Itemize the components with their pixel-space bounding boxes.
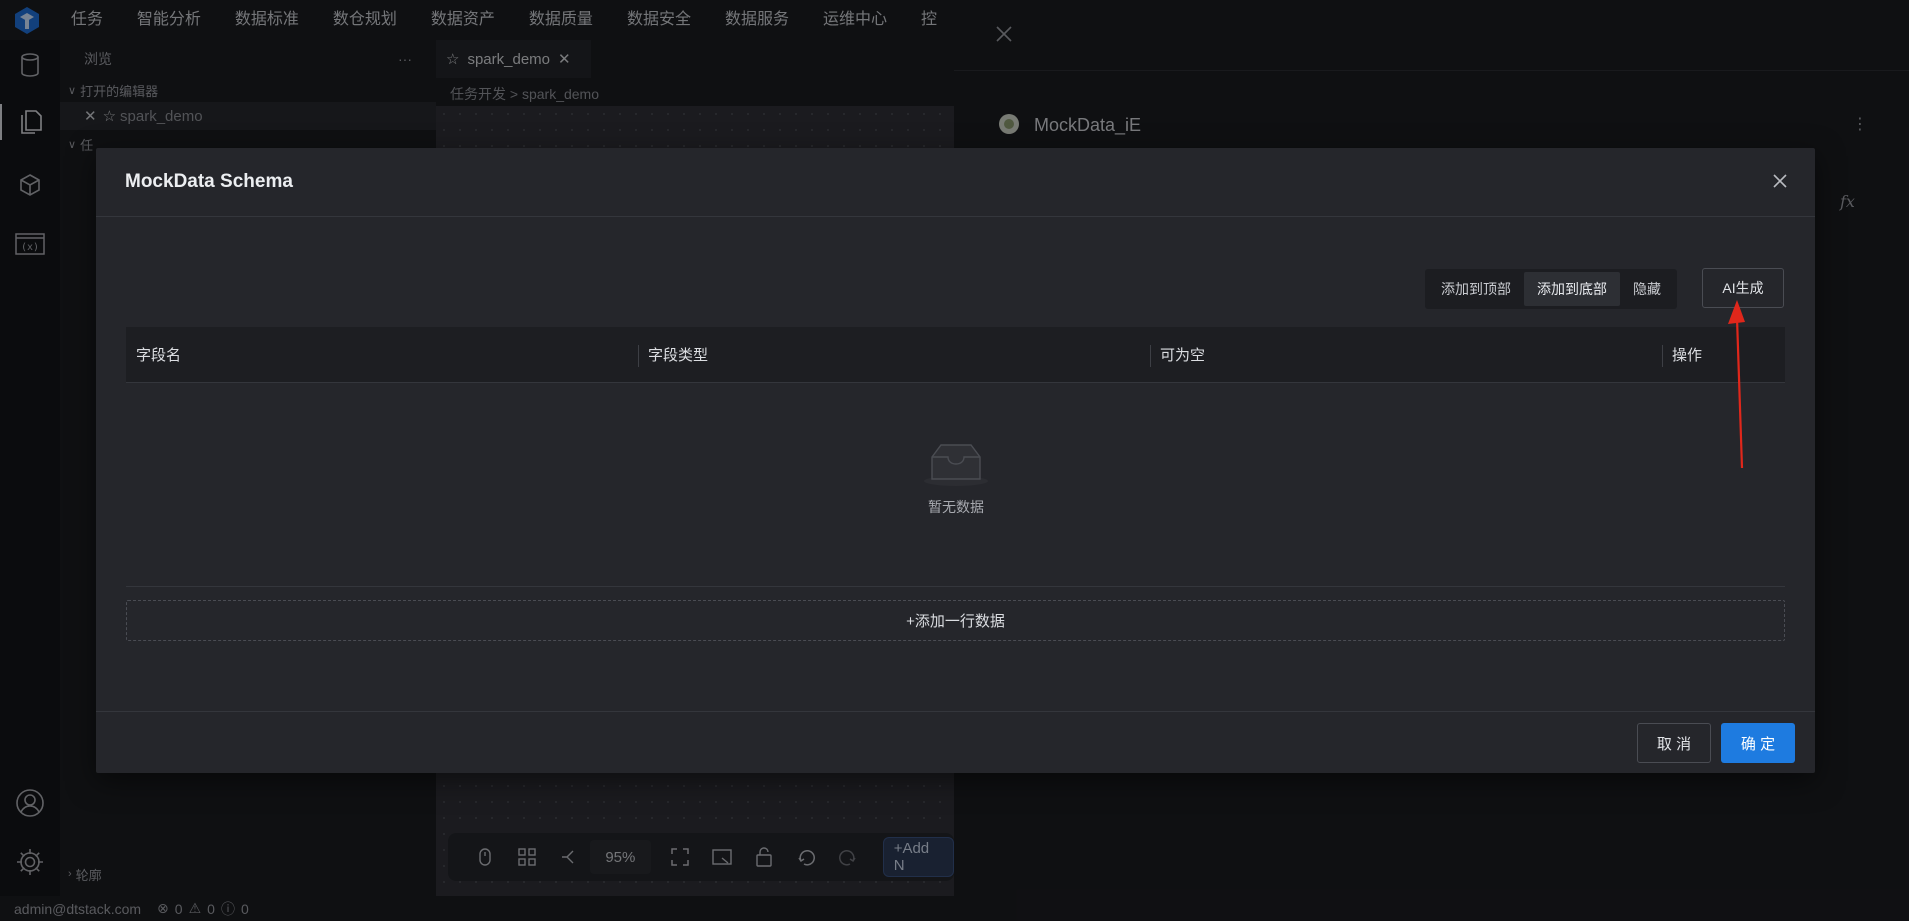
cancel-button[interactable]: 取 消 (1637, 723, 1711, 763)
add-to-top-button[interactable]: 添加到顶部 (1428, 272, 1524, 306)
dialog-title: MockData Schema (125, 171, 293, 192)
column-header-actions: 操作 (1662, 327, 1785, 383)
empty-text: 暂无数据 (928, 499, 984, 515)
empty-inbox-icon (922, 441, 990, 487)
add-row-button[interactable]: +添加一行数据 (126, 600, 1785, 641)
dialog-header: MockData Schema (96, 148, 1815, 217)
schema-table-body: 暂无数据 (126, 383, 1785, 587)
mockdata-schema-dialog: MockData Schema 添加到顶部 添加到底部 隐藏 AI生成 字段名 … (96, 148, 1815, 773)
column-header-field-type: 字段类型 (638, 327, 1150, 383)
column-header-nullable: 可为空 (1150, 327, 1662, 383)
annotation-arrow (1725, 298, 1755, 470)
insert-position-toggle: 添加到顶部 添加到底部 隐藏 (1425, 269, 1677, 309)
empty-state: 暂无数据 (916, 441, 996, 517)
add-to-bottom-button[interactable]: 添加到底部 (1524, 272, 1620, 306)
column-header-field-name: 字段名 (136, 347, 182, 364)
confirm-button[interactable]: 确 定 (1721, 723, 1795, 763)
schema-table-header: 字段名 字段类型 可为空 操作 (126, 327, 1785, 383)
hide-button[interactable]: 隐藏 (1620, 272, 1674, 306)
close-icon[interactable] (1769, 170, 1791, 192)
dialog-footer: 取 消 确 定 (96, 711, 1815, 773)
